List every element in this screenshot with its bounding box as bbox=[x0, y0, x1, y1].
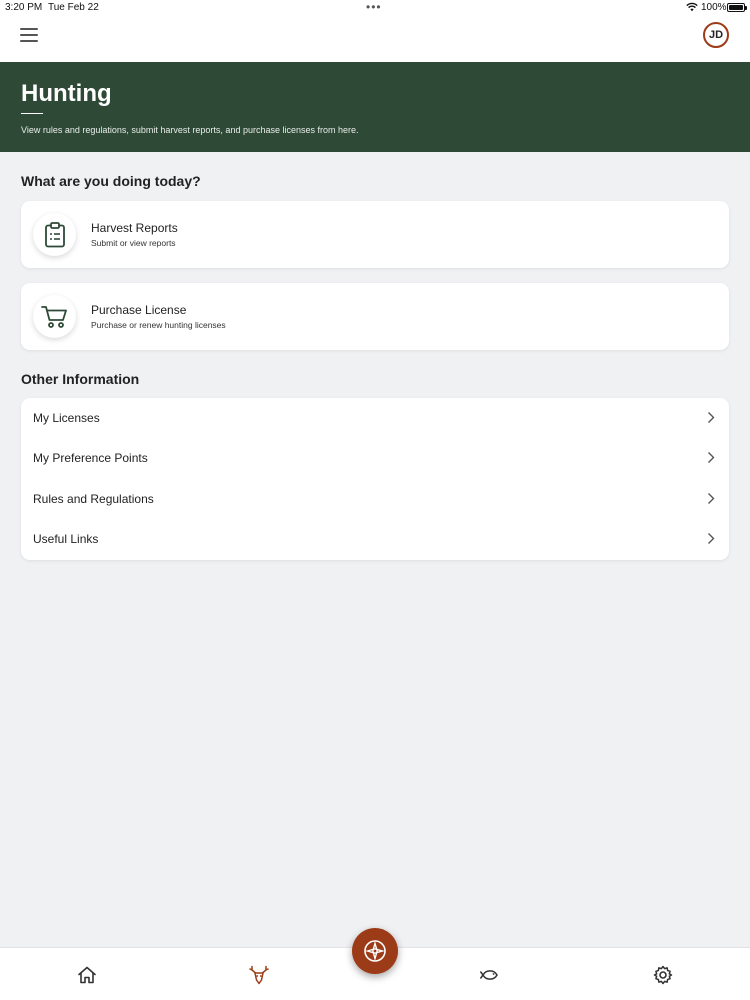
wifi-icon bbox=[686, 2, 698, 15]
battery-percent: 100% bbox=[701, 2, 727, 13]
hero-banner: Hunting View rules and regulations, subm… bbox=[0, 62, 750, 152]
chevron-right-icon bbox=[707, 451, 715, 469]
deer-icon[interactable] bbox=[248, 964, 270, 986]
list-item-label: My Licenses bbox=[33, 411, 100, 425]
other-info-list: My Licenses My Preference Points Rules a… bbox=[21, 398, 729, 560]
list-item-my-preference-points[interactable]: My Preference Points bbox=[21, 438, 729, 478]
clipboard-icon bbox=[33, 213, 76, 256]
actions-section-title: What are you doing today? bbox=[21, 173, 201, 189]
gear-icon[interactable] bbox=[652, 964, 674, 986]
status-bar: 3:20 PM Tue Feb 22 ••• 100% bbox=[0, 0, 750, 16]
page-subtitle: View rules and regulations, submit harve… bbox=[21, 125, 359, 135]
harvest-reports-subtitle: Submit or view reports bbox=[91, 238, 176, 248]
cart-icon bbox=[33, 295, 76, 338]
list-item-useful-links[interactable]: Useful Links bbox=[21, 519, 729, 559]
chevron-right-icon bbox=[707, 411, 715, 429]
purchase-license-card[interactable]: Purchase License Purchase or renew hunti… bbox=[21, 283, 729, 350]
fish-icon[interactable] bbox=[480, 964, 502, 986]
title-underline bbox=[21, 113, 43, 114]
compass-icon[interactable] bbox=[352, 928, 398, 974]
list-item-my-licenses[interactable]: My Licenses bbox=[21, 398, 729, 438]
harvest-reports-title: Harvest Reports bbox=[91, 221, 178, 235]
other-info-section-title: Other Information bbox=[21, 371, 140, 387]
battery-icon bbox=[727, 3, 747, 12]
status-date: Tue Feb 22 bbox=[48, 2, 99, 13]
purchase-license-title: Purchase License bbox=[91, 303, 187, 317]
list-item-label: Rules and Regulations bbox=[33, 492, 154, 506]
chevron-right-icon bbox=[707, 492, 715, 510]
home-icon[interactable] bbox=[76, 964, 98, 986]
multitasking-dots[interactable]: ••• bbox=[366, 0, 382, 14]
chevron-right-icon bbox=[707, 532, 715, 550]
hamburger-menu-icon[interactable] bbox=[20, 28, 38, 42]
harvest-reports-card[interactable]: Harvest Reports Submit or view reports bbox=[21, 201, 729, 268]
page-title: Hunting bbox=[21, 80, 112, 107]
top-bar: JD bbox=[0, 16, 750, 62]
purchase-license-subtitle: Purchase or renew hunting licenses bbox=[91, 320, 226, 330]
status-time: 3:20 PM bbox=[5, 2, 43, 13]
avatar[interactable]: JD bbox=[703, 22, 729, 48]
list-item-rules-and-regulations[interactable]: Rules and Regulations bbox=[21, 479, 729, 519]
list-item-label: My Preference Points bbox=[33, 451, 148, 465]
list-item-label: Useful Links bbox=[33, 532, 99, 546]
